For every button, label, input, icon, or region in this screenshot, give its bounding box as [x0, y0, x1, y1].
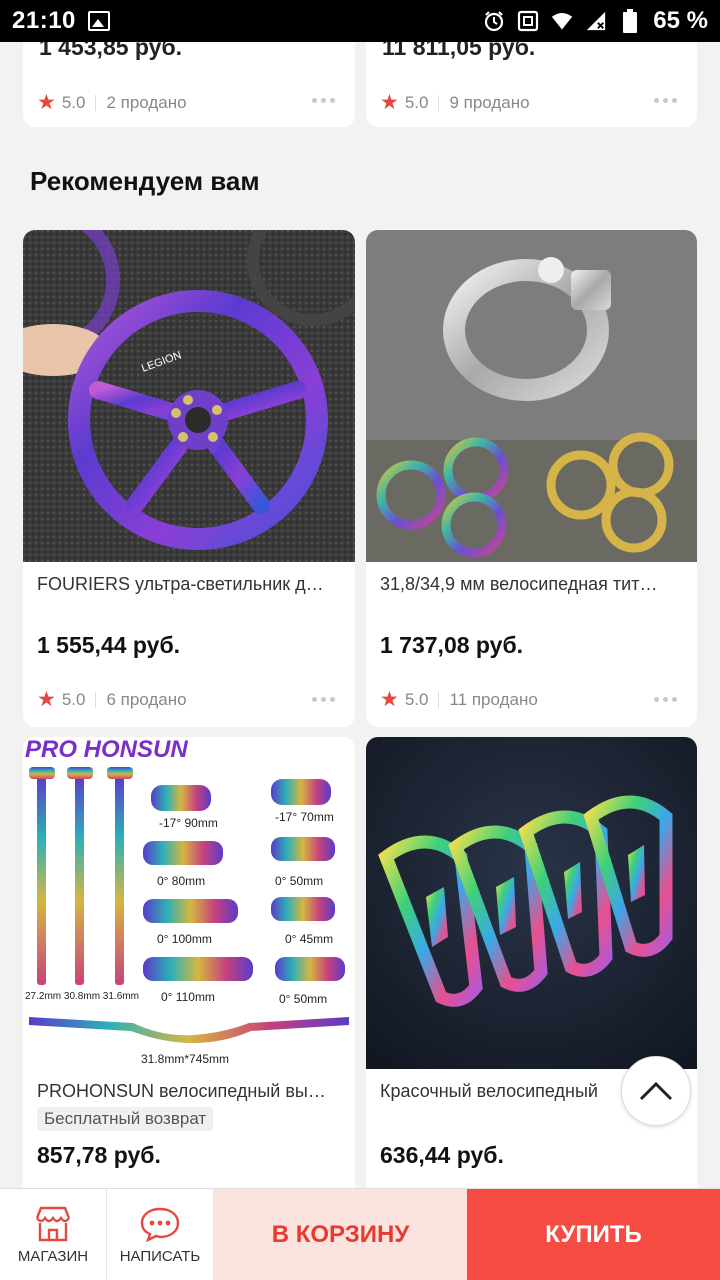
product-price: 636,44 руб.	[380, 1142, 504, 1168]
product-sold-count: 9 продано	[449, 92, 530, 112]
store-button-label: МАГАЗИН	[17, 1247, 89, 1265]
spec-text: 0° 50mm	[275, 874, 323, 888]
product-rating: 5.0	[61, 689, 86, 709]
product-title[interactable]: PROHONSUN велосипедный вы…	[37, 1081, 341, 1102]
product-card[interactable]: 11 811,05 руб. ★ 5.0 9 продано	[366, 42, 697, 127]
spec-text: 31.8mm*745mm	[141, 1052, 229, 1066]
star-icon: ★	[37, 91, 56, 114]
alarm-icon	[483, 10, 505, 32]
spec-text: 0° 110mm	[161, 990, 215, 1004]
product-image[interactable]	[366, 737, 697, 1069]
scroll-to-top-button[interactable]	[621, 1056, 691, 1126]
product-title[interactable]: 31,8/34,9 мм велосипедная тит…	[380, 574, 684, 595]
chevron-up-icon	[639, 1081, 673, 1101]
product-feed[interactable]: 1 453,85 руб. ★ 5.0 2 продано 11 811,05 …	[0, 42, 720, 1188]
product-price: 1 453,85 руб.	[39, 42, 183, 60]
status-indicators: 65 %	[483, 7, 708, 35]
product-rating: 5.0	[404, 92, 429, 112]
store-button[interactable]: МАГАЗИН	[0, 1189, 107, 1280]
more-options-icon[interactable]	[654, 697, 677, 702]
star-icon: ★	[37, 688, 56, 711]
bottom-action-bar: МАГАЗИН НАПИСАТЬ В КОРЗИНУ КУПИТЬ	[0, 1188, 720, 1280]
product-price: 1 737,08 руб.	[380, 632, 524, 658]
product-card[interactable]: 1 453,85 руб. ★ 5.0 2 продано	[23, 42, 355, 127]
product-card[interactable]: PRO HONSUN -17° 90mm -17° 70mm 0° 80mm 0…	[23, 737, 355, 1188]
brand-logo-text: PRO HONSUN	[25, 737, 188, 763]
product-price: 857,78 руб.	[37, 1142, 161, 1168]
product-sold-count: 2 продано	[106, 92, 187, 112]
nfc-icon	[517, 10, 539, 32]
product-meta: ★ 5.0 2 продано	[37, 90, 187, 115]
more-options-icon[interactable]	[654, 98, 677, 103]
spec-text: -17° 70mm	[275, 810, 334, 824]
status-time: 21:10	[12, 7, 76, 34]
product-title[interactable]: Красочный велосипедный	[380, 1081, 630, 1102]
product-price: 11 811,05 руб.	[382, 42, 536, 60]
spec-text: -17° 90mm	[159, 816, 218, 830]
section-title: Рекомендуем вам	[30, 166, 260, 196]
product-rating: 5.0	[404, 689, 429, 709]
product-price: 1 555,44 руб.	[37, 632, 181, 658]
product-image[interactable]: LEGION	[23, 230, 355, 562]
product-image[interactable]: PRO HONSUN -17° 90mm -17° 70mm 0° 80mm 0…	[23, 737, 355, 1069]
product-card[interactable]: 31,8/34,9 мм велосипедная тит… 1 737,08 …	[366, 230, 697, 727]
product-card[interactable]: LEGION FOURIERS ультра-светильник д… 1 5…	[23, 230, 355, 727]
buy-now-button[interactable]: КУПИТЬ	[467, 1189, 720, 1280]
star-icon: ★	[380, 91, 399, 114]
battery-percentage: 65 %	[653, 7, 708, 34]
add-to-cart-button[interactable]: В КОРЗИНУ	[214, 1189, 467, 1280]
product-sold-count: 11 продано	[449, 689, 538, 709]
product-title[interactable]: FOURIERS ультра-светильник д…	[37, 574, 341, 595]
product-meta: ★ 5.0 6 продано	[37, 687, 187, 712]
product-image[interactable]	[366, 230, 697, 562]
spec-text: 0° 45mm	[285, 932, 333, 946]
wifi-icon	[551, 10, 573, 32]
spec-text: 0° 100mm	[157, 932, 212, 946]
product-meta: ★ 5.0 9 продано	[380, 90, 530, 115]
image-notification-icon	[87, 11, 110, 31]
chat-icon	[140, 1207, 180, 1242]
spec-text: 0° 80mm	[157, 874, 205, 888]
free-return-badge: Бесплатный возврат	[37, 1107, 214, 1131]
product-rating: 5.0	[61, 92, 86, 112]
spec-text: 0° 50mm	[279, 992, 327, 1006]
message-button-label: НАПИСАТЬ	[119, 1247, 201, 1265]
product-meta: ★ 5.0 11 продано	[380, 687, 538, 712]
message-button[interactable]: НАПИСАТЬ	[107, 1189, 214, 1280]
more-options-icon[interactable]	[312, 697, 335, 702]
signal-icon	[585, 10, 607, 32]
more-options-icon[interactable]	[312, 98, 335, 103]
battery-icon	[619, 9, 641, 33]
product-sold-count: 6 продано	[106, 689, 187, 709]
status-bar: 21:10 65 %	[0, 0, 720, 42]
store-icon	[35, 1206, 71, 1241]
spec-text: 27.2mm 30.8mm 31.6mm	[25, 991, 139, 1002]
star-icon: ★	[380, 688, 399, 711]
